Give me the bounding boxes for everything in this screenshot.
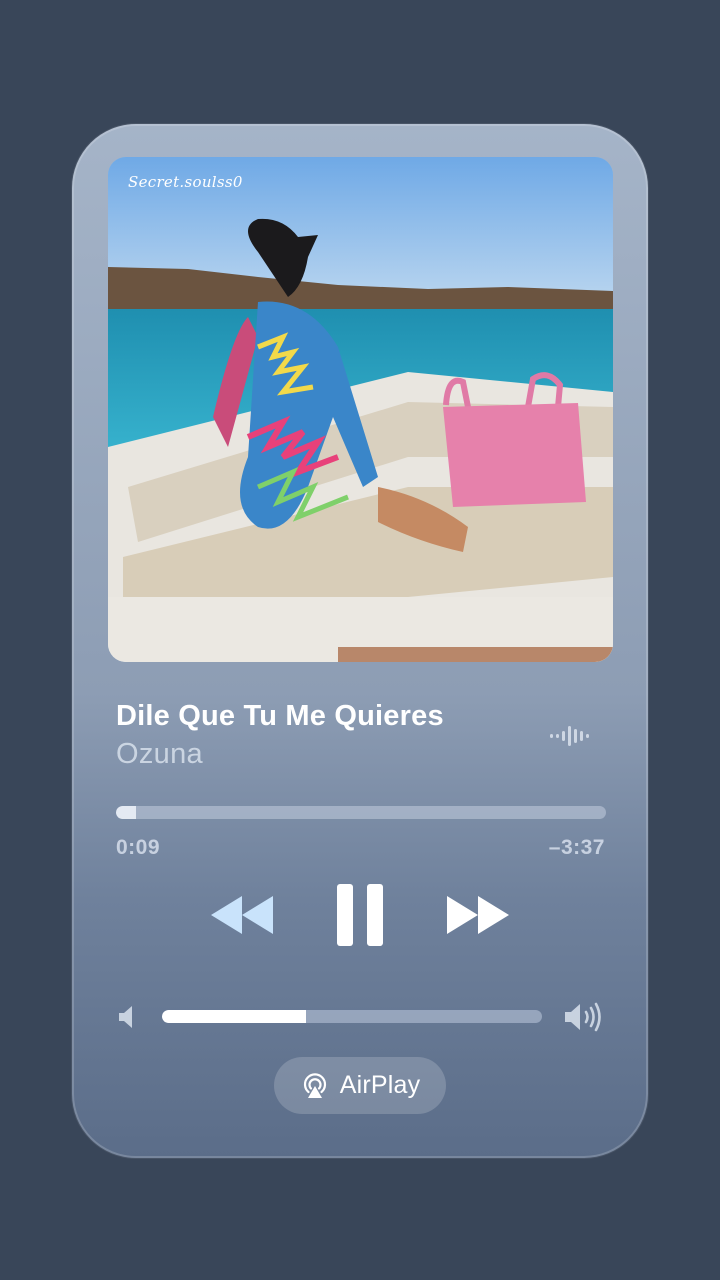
airplay-label: AirPlay xyxy=(339,1071,421,1099)
airplay-button[interactable]: AirPlay xyxy=(274,1057,446,1114)
fast-forward-icon xyxy=(447,896,509,934)
audio-waveform-icon xyxy=(550,726,589,746)
fast-forward-button[interactable] xyxy=(445,894,511,936)
speaker-high-icon xyxy=(565,1002,601,1032)
rewind-icon xyxy=(211,896,273,934)
song-title[interactable]: Dile Que Tu Me Quieres xyxy=(116,700,444,733)
rewind-button[interactable] xyxy=(209,894,275,936)
album-artwork-image: Secret.soulss0 xyxy=(108,157,613,662)
volume-slider-fill xyxy=(162,1010,307,1023)
volume-slider[interactable] xyxy=(162,1010,542,1023)
remaining-time: –3:37 xyxy=(548,836,605,859)
speaker-low-icon xyxy=(119,1006,132,1028)
playback-progress-bar[interactable] xyxy=(116,806,606,819)
airplay-icon xyxy=(303,1072,326,1098)
pause-button[interactable] xyxy=(335,884,385,946)
artist-name[interactable]: Ozuna xyxy=(116,738,203,771)
album-artwork: Secret.soulss0 xyxy=(108,157,613,662)
pause-icon xyxy=(337,884,383,946)
artwork-watermark: Secret.soulss0 xyxy=(128,173,243,191)
now-playing-card: Secret.soulss0 Dile Que Tu Me Quieres Oz… xyxy=(72,124,648,1158)
playback-progress-fill xyxy=(116,806,136,819)
elapsed-time: 0:09 xyxy=(116,836,161,859)
